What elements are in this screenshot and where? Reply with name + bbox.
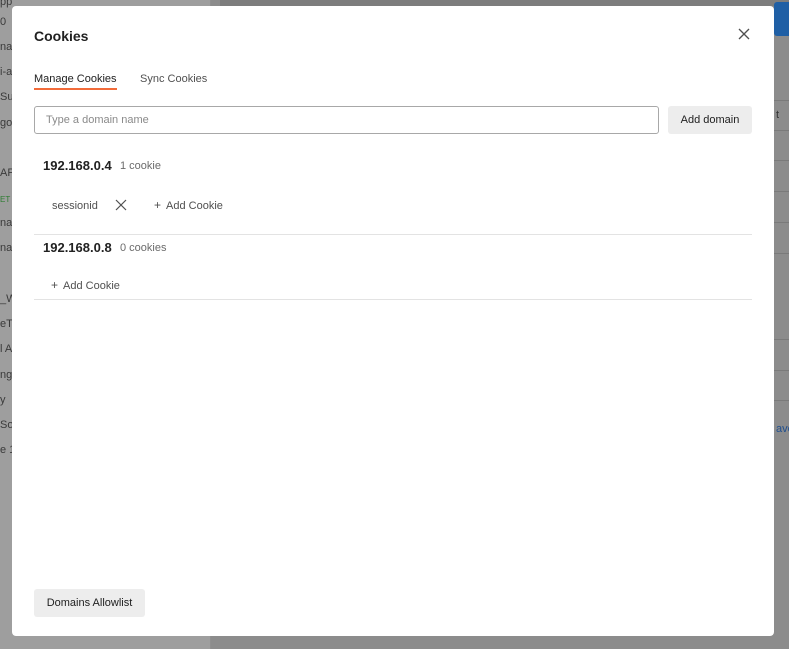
cookies-modal: Cookies Manage Cookies Sync Cookies Add …: [12, 6, 774, 636]
add-cookie-label: Add Cookie: [63, 280, 120, 292]
domain-divider: [34, 299, 752, 300]
bg-sidebar-text: i-a: [0, 66, 13, 78]
domain-section: 192.168.0.4 1 cookie sessionid + Add Cook…: [34, 152, 752, 235]
bg-sidebar-method: ET: [0, 195, 11, 204]
add-cookie-button[interactable]: + Add Cookie: [51, 278, 120, 292]
bg-sidebar-text: pp: [0, 0, 13, 8]
cookie-count: 1 cookie: [120, 160, 161, 172]
domains-allowlist-button[interactable]: Domains Allowlist: [34, 589, 145, 617]
bg-sidebar-text: 0: [0, 16, 7, 28]
bg-sidebar-text: y: [0, 394, 6, 406]
cookie-count: 0 cookies: [120, 242, 167, 254]
background-divider: [774, 253, 789, 254]
add-cookie-label: Add Cookie: [166, 200, 223, 212]
domain-name: 192.168.0.8: [43, 240, 112, 255]
modal-title: Cookies: [34, 28, 89, 44]
background-divider: [774, 130, 789, 131]
plus-icon: +: [51, 278, 59, 292]
background-divider: [774, 339, 789, 340]
background-divider: [774, 100, 789, 101]
background-divider: [774, 160, 789, 161]
background-divider: [774, 370, 789, 371]
tab-sync-cookies[interactable]: Sync Cookies: [140, 73, 207, 85]
add-domain-button[interactable]: Add domain: [668, 106, 752, 134]
domain-name-input[interactable]: [34, 106, 659, 134]
tab-manage-cookies[interactable]: Manage Cookies: [34, 73, 117, 90]
background-send-button: [774, 2, 789, 36]
background-divider: [774, 400, 789, 401]
plus-icon: +: [154, 198, 162, 212]
cookie-chip-sessionid[interactable]: sessionid: [52, 200, 98, 212]
bg-sidebar-text: go: [0, 117, 13, 129]
background-divider: [774, 222, 789, 223]
remove-cookie-icon[interactable]: [114, 198, 128, 212]
background-divider: [774, 191, 789, 192]
domain-section: 192.168.0.8 0 cookies + Add Cookie: [34, 235, 752, 300]
bg-sidebar-text: l A: [0, 343, 13, 355]
background-save-link: ave: [776, 423, 789, 435]
close-icon[interactable]: [734, 24, 754, 44]
domain-name: 192.168.0.4: [43, 158, 112, 173]
add-cookie-button[interactable]: + Add Cookie: [154, 198, 223, 212]
bg-sidebar-text: ng: [0, 369, 13, 381]
background-header-text: t: [776, 109, 780, 121]
